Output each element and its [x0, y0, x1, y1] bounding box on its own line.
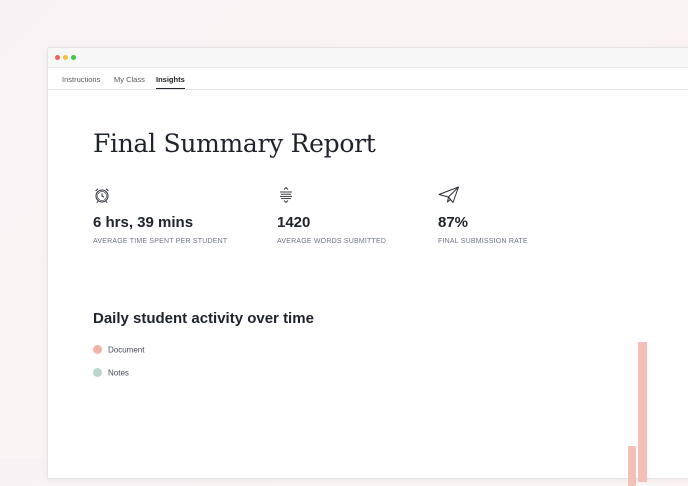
legend-swatch: [93, 345, 102, 355]
page-title: Final Summary Report: [93, 129, 376, 158]
window-titlebar: [48, 48, 688, 68]
app-window: Instructions My Class Insights Final Sum…: [47, 47, 688, 486]
chart-bar-small: [628, 446, 636, 486]
close-window-button[interactable]: [55, 55, 60, 60]
stat-value: 1420: [277, 214, 311, 231]
stat-label: AVERAGE TIME SPENT PER STUDENT: [93, 238, 228, 245]
tab-instructions[interactable]: Instructions: [62, 75, 100, 88]
legend-item-notes: Notes: [93, 368, 129, 378]
tab-my-class[interactable]: My Class: [114, 75, 145, 88]
alarm-clock-icon: [95, 188, 109, 204]
legend-label: Notes: [108, 368, 129, 378]
text-lines-icon: [280, 187, 292, 203]
activity-section-title: Daily student activity over time: [93, 310, 314, 327]
stat-label: AVERAGE WORDS SUBMITTED: [277, 238, 387, 245]
tab-insights[interactable]: Insights: [156, 75, 185, 89]
stat-label: FINAL SUBMISSION RATE: [438, 238, 528, 245]
paper-plane-icon: [438, 186, 459, 203]
chart-bar-tall: [638, 342, 647, 482]
legend-item-document: Document: [93, 345, 145, 355]
stat-average-time: 6 hrs, 39 mins AVERAGE TIME SPENT PER ST…: [93, 186, 227, 245]
legend-label: Document: [108, 345, 145, 355]
stat-value: 87%: [438, 214, 469, 231]
stat-value: 6 hrs, 39 mins: [93, 214, 194, 231]
stat-average-words: 1420 AVERAGE WORDS SUBMITTED: [277, 186, 386, 245]
minimize-window-button[interactable]: [63, 55, 68, 60]
stat-submission-rate: 87% FINAL SUBMISSION RATE: [438, 186, 528, 245]
maximize-window-button[interactable]: [71, 55, 76, 60]
legend-swatch: [93, 368, 102, 378]
tab-bar: Instructions My Class Insights: [48, 68, 688, 90]
